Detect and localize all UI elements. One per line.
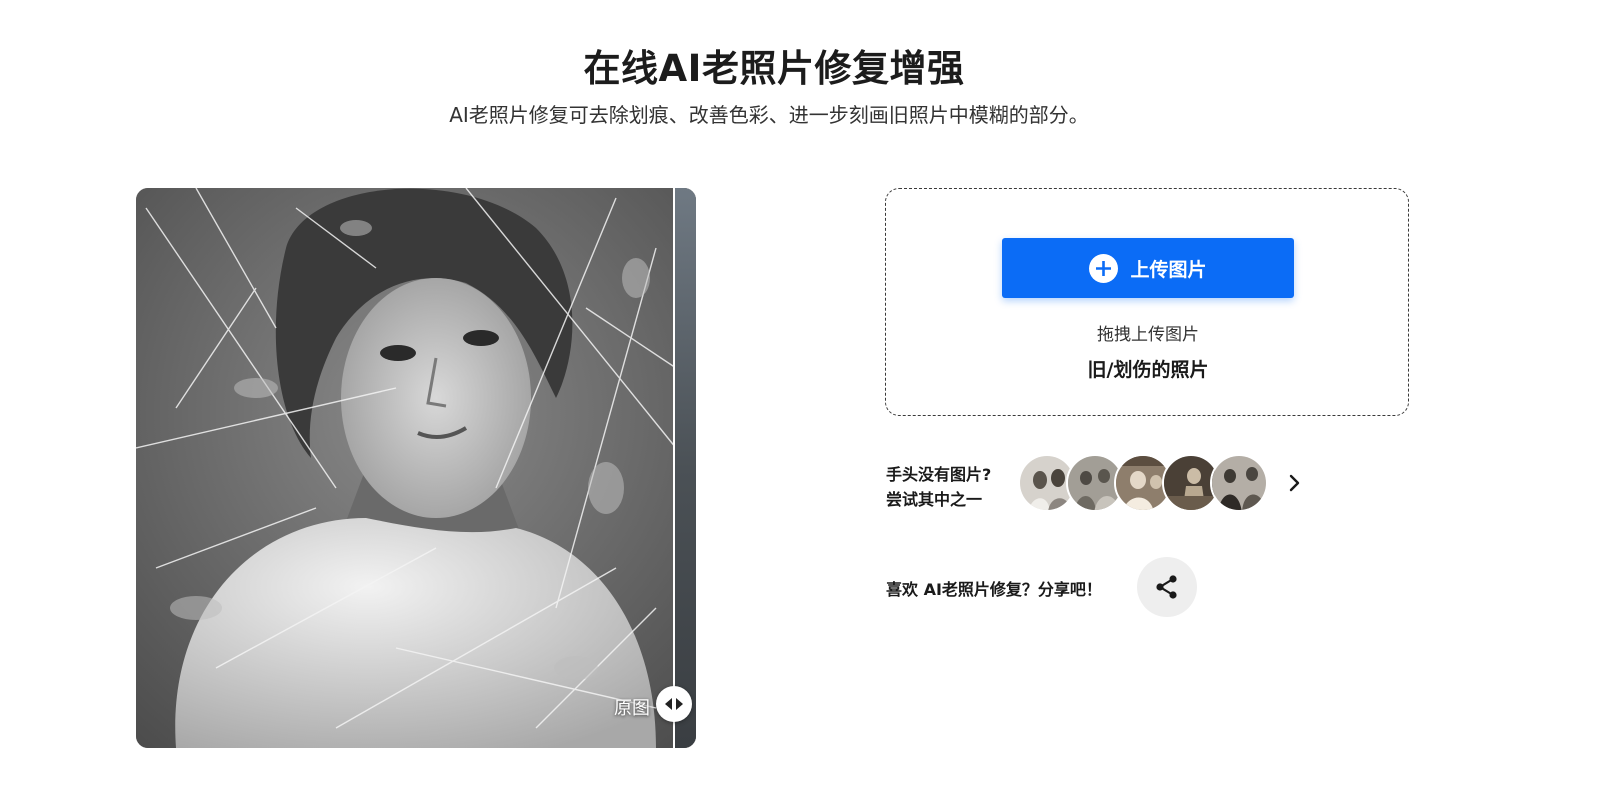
compare-slider-handle[interactable] xyxy=(656,686,692,722)
page-subtitle: AI老照片修复可去除划痕、改善色彩、进一步刻画旧照片中模糊的部分。 xyxy=(449,103,1089,127)
share-icon xyxy=(1156,575,1177,599)
before-after-preview: 原图 xyxy=(136,188,696,748)
old-photo-image xyxy=(136,188,696,748)
page-title: 在线AI老照片修复增强 xyxy=(583,47,965,90)
chevron-right-icon xyxy=(1289,474,1300,492)
next-samples-button[interactable] xyxy=(1282,470,1306,496)
samples-prompt: 手头没有图片? 尝试其中之一 xyxy=(886,462,991,512)
sample-photo-image xyxy=(1212,456,1266,510)
left-right-arrows-icon xyxy=(665,698,683,710)
drag-hint: 拖拽上传图片 xyxy=(1097,325,1199,345)
samples-prompt-line2: 尝试其中之一 xyxy=(886,490,983,509)
original-label: 原图 xyxy=(614,698,650,719)
share-prompt: 喜欢 AI老照片修复？分享吧！ xyxy=(886,580,1102,599)
compare-divider[interactable] xyxy=(673,188,675,748)
plus-icon xyxy=(1089,253,1119,283)
upload-button-label: 上传图片 xyxy=(1130,258,1207,281)
upload-button[interactable]: 上传图片 xyxy=(1002,238,1294,298)
sample-photo-5[interactable] xyxy=(1210,454,1268,512)
share-button[interactable] xyxy=(1137,557,1197,617)
accepted-type: 旧/划伤的照片 xyxy=(1087,359,1209,381)
samples-prompt-line1: 手头没有图片? xyxy=(886,465,992,484)
upload-dropzone[interactable]: 上传图片 拖拽上传图片 旧/划伤的照片 xyxy=(885,188,1409,416)
restored-image-strip xyxy=(674,188,696,748)
